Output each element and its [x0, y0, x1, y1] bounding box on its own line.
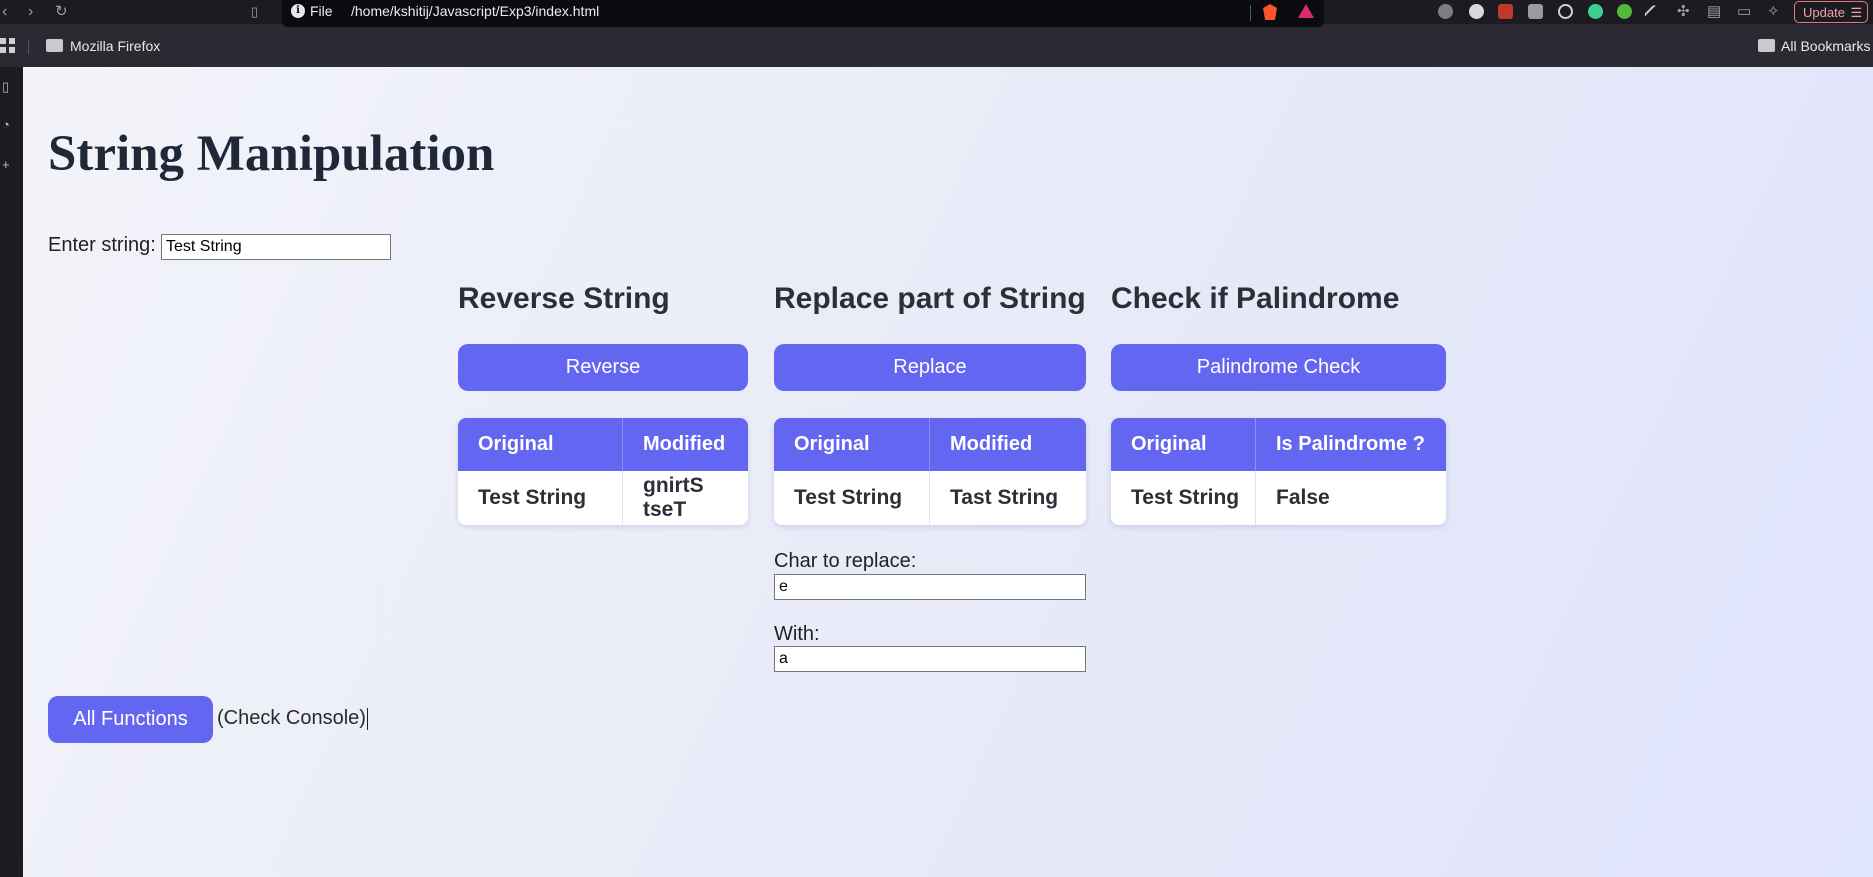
extension-icon-4[interactable] [1528, 4, 1543, 19]
original-cell: Test String [774, 471, 930, 525]
replace-with-label: With: [774, 623, 820, 645]
palindrome-check-button[interactable]: Palindrome Check [1111, 344, 1446, 391]
palindrome-section-heading: Check if Palindrome [1111, 282, 1400, 315]
table-header-row: Original Modified [774, 418, 1086, 471]
back-icon[interactable]: ‹ [2, 2, 7, 22]
history-icon[interactable]: ◔ [2, 117, 10, 132]
text-caret [366, 707, 368, 730]
eyedropper-icon[interactable] [1643, 4, 1659, 19]
all-bookmarks-link[interactable]: All Bookmarks [1781, 38, 1870, 54]
replace-section-heading: Replace part of String [774, 282, 1086, 315]
palindrome-result-table: Original Is Palindrome ? Test String Fal… [1111, 418, 1446, 525]
column-header: Original [1111, 418, 1256, 471]
apps-grid-icon[interactable] [0, 38, 16, 54]
bookmark-page-icon[interactable]: ▯ [251, 2, 258, 22]
bookmarks-bar: Mozilla Firefox All Bookmarks [0, 27, 1873, 67]
site-info-icon[interactable]: i [291, 4, 305, 18]
all-functions-button[interactable]: All Functions [48, 696, 213, 743]
cursor-extension-icon[interactable] [1588, 4, 1603, 19]
bookmark-folder-mozilla-firefox[interactable]: Mozilla Firefox [70, 38, 160, 54]
react-devtools-icon[interactable] [1558, 4, 1573, 19]
column-header: Original [774, 418, 930, 471]
reload-icon[interactable]: ↻ [55, 2, 68, 22]
reverse-result-table: Original Modified Test String gnirtS tse… [458, 418, 748, 525]
browser-toolbar: ‹ › ↻ ▯ i File /home/kshitij/Javascript/… [0, 0, 1873, 27]
leo-ai-icon[interactable]: ✧ [1767, 2, 1780, 22]
url-text[interactable]: /home/kshitij/Javascript/Exp3/index.html [351, 3, 599, 19]
table-header-row: Original Is Palindrome ? [1111, 418, 1446, 471]
address-bar[interactable]: i File /home/kshitij/Javascript/Exp3/ind… [282, 0, 1324, 27]
table-row: Test String Tast String [774, 471, 1086, 525]
enter-string-label: Enter string: [48, 234, 156, 256]
brave-shields-icon[interactable] [1263, 4, 1277, 20]
url-scheme-label: File [310, 3, 333, 19]
forward-icon[interactable]: › [28, 2, 33, 22]
wallet-icon[interactable]: ▭ [1737, 2, 1751, 22]
column-header: Original [458, 418, 623, 471]
update-button[interactable]: Update ☰ [1794, 1, 1868, 23]
table-row: Test String False [1111, 471, 1446, 525]
is-palindrome-cell: False [1276, 486, 1330, 509]
string-input[interactable] [161, 234, 391, 260]
reverse-section-heading: Reverse String [458, 282, 670, 315]
replace-with-input[interactable] [774, 646, 1086, 672]
table-row: Test String gnirtS tseT [458, 471, 748, 525]
bookmarks-divider [28, 40, 29, 54]
sidebar-toggle-icon[interactable]: ▤ [1707, 2, 1721, 22]
url-divider [1250, 5, 1251, 21]
modified-cell: Tast String [950, 486, 1059, 509]
check-console-label: (Check Console) [217, 707, 366, 729]
side-panel: ▯ ◔ + [0, 67, 23, 877]
update-label: Update [1803, 5, 1845, 20]
reverse-button[interactable]: Reverse [458, 344, 748, 391]
folder-icon [1758, 39, 1775, 52]
check-console-text: (Check Console) [217, 707, 368, 730]
extension-icon-2[interactable] [1469, 4, 1484, 19]
replace-button[interactable]: Replace [774, 344, 1086, 391]
column-header: Is Palindrome ? [1255, 418, 1446, 471]
page-title: String Manipulation [48, 126, 495, 182]
replace-result-table: Original Modified Test String Tast Strin… [774, 418, 1086, 525]
original-cell: Test String [1111, 471, 1256, 525]
extension-icon-3[interactable] [1498, 4, 1513, 19]
puzzle-extensions-icon[interactable]: ✣ [1677, 2, 1690, 22]
brave-rewards-icon[interactable] [1298, 4, 1314, 18]
add-extension-icon[interactable] [1617, 4, 1632, 19]
modified-cell: gnirtS tseT [643, 474, 704, 521]
page-content: String Manipulation Enter string: Revers… [23, 67, 1873, 877]
original-cell: Test String [458, 471, 623, 525]
menu-icon: ☰ [1850, 5, 1863, 20]
char-to-replace-label: Char to replace: [774, 550, 917, 572]
folder-icon [46, 39, 63, 52]
column-header: Modified [929, 418, 1086, 471]
char-to-replace-input[interactable] [774, 574, 1086, 600]
extension-icon-1[interactable] [1438, 4, 1453, 19]
tab-icon[interactable]: ▯ [2, 79, 9, 95]
table-header-row: Original Modified [458, 418, 748, 471]
add-panel-icon[interactable]: + [2, 157, 10, 172]
column-header: Modified [622, 418, 748, 471]
